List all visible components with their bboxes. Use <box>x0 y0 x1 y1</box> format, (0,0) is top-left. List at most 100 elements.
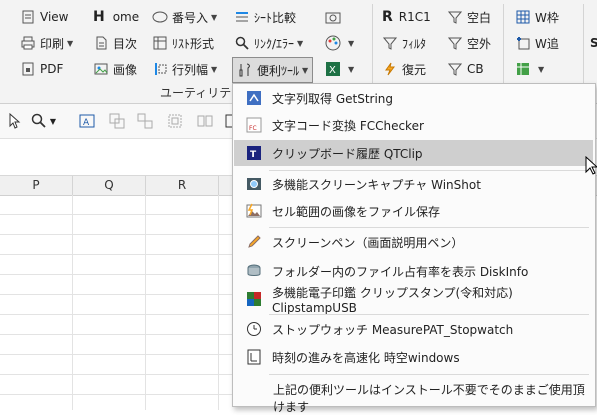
stamp-icon <box>246 291 262 307</box>
stopwatch-icon <box>246 321 262 337</box>
grid-icon <box>515 9 531 25</box>
svg-text:X: X <box>329 65 336 76</box>
w-add-button[interactable]: W追 <box>515 32 559 54</box>
textbox-icon[interactable]: A <box>78 112 96 130</box>
cb-filter-button[interactable]: CB <box>447 58 484 80</box>
view-button[interactable]: View <box>20 6 68 28</box>
chevron-down-icon: ▼ <box>348 64 355 74</box>
lightning-icon <box>382 61 398 77</box>
excel-button[interactable]: X ▼ <box>325 58 354 80</box>
home-button[interactable]: H ome <box>93 6 139 28</box>
camera-icon <box>325 9 341 25</box>
align-icon[interactable] <box>166 112 184 130</box>
menu-item-label: スクリーンペン（画面説明用ペン） <box>272 235 464 250</box>
menu-item-label: フォルダー内のファイル占有率を表示 DiskInfo <box>272 264 529 279</box>
w-frame-button[interactable]: W枠 <box>515 6 559 28</box>
restore-button[interactable]: 復元 <box>382 58 426 80</box>
excel-icon: X <box>325 61 341 77</box>
group-icon[interactable] <box>136 112 154 130</box>
column-header-q[interactable]: Q <box>73 176 146 195</box>
add-frame-icon <box>515 35 531 51</box>
menu-item-image-save[interactable]: セル範囲の画像をファイル保存 <box>234 198 593 224</box>
s-button[interactable]: S <box>590 32 597 54</box>
chevron-down-icon: ▼ <box>211 64 218 74</box>
toc-label: 目次 <box>113 36 138 51</box>
view-label: View <box>40 10 69 24</box>
row-col-width-button[interactable]: 行列幅 ▼ <box>152 58 217 80</box>
shape-icon[interactable] <box>108 112 126 130</box>
chevron-down-icon: ▼ <box>67 38 74 48</box>
image-icon <box>93 61 109 77</box>
menu-item-diskinfo[interactable]: フォルダー内のファイル占有率を表示 DiskInfo <box>234 258 593 284</box>
fcchecker-icon: FC <box>246 117 262 133</box>
filter-label: ﾌｨﾙﾀ <box>402 36 427 51</box>
column-header-p[interactable]: P <box>0 176 73 195</box>
ellipse-icon <box>152 9 168 25</box>
link-error-label: ﾘﾝｸ/ｴﾗｰ <box>254 36 295 51</box>
sheet-compare-button[interactable]: ｼｰﾄ比較 <box>234 6 296 28</box>
image-button[interactable]: 画像 <box>93 58 137 80</box>
table-color-button[interactable]: ▼ <box>515 58 544 80</box>
chevron-down-icon[interactable]: ▼ <box>48 112 58 130</box>
row-col-width-label: 行列幅 <box>172 62 209 77</box>
menu-item-label: 多機能スクリーンキャプチャ WinShot <box>272 177 481 192</box>
menu-item-screenpen[interactable]: スクリーンペン（画面説明用ペン） <box>234 229 593 255</box>
column-header-r[interactable]: R <box>146 176 219 195</box>
image-label: 画像 <box>113 62 138 77</box>
sheet-compare-icon <box>234 9 250 25</box>
print-button[interactable]: 印刷 ▼ <box>20 32 73 54</box>
filter-icon <box>382 35 398 51</box>
list-format-icon <box>152 35 168 51</box>
link-error-button[interactable]: ﾘﾝｸ/ｴﾗｰ ▼ <box>234 32 303 54</box>
nonblank-filter-label: 空外 <box>467 36 492 51</box>
menu-item-getstring[interactable]: 文字列取得 GetString <box>234 85 593 111</box>
menu-item-clipstamp[interactable]: 多機能電子印鑑 クリップスタンプ(令和対応) ClipstampUSB <box>234 285 593 315</box>
svg-text:T: T <box>250 150 257 160</box>
magnifier-icon <box>234 35 250 51</box>
palette-icon <box>325 35 341 51</box>
pdf-label: PDF <box>40 62 64 76</box>
list-format-label: ﾘｽﾄ形式 <box>172 36 215 51</box>
utility-tools-button[interactable]: 便利ﾂｰﾙ ▼ <box>232 57 314 83</box>
mouse-cursor-icon <box>585 155 597 179</box>
menu-item-fcchecker[interactable]: FC 文字コード変換 FCChecker <box>234 112 593 138</box>
menu-item-winshot[interactable]: 多機能スクリーンキャプチャ WinShot <box>234 171 593 197</box>
search-icon[interactable] <box>30 112 48 130</box>
camera-button[interactable] <box>325 6 345 28</box>
chevron-down-icon: ▼ <box>302 65 309 75</box>
list-format-button[interactable]: ﾘｽﾄ形式 <box>152 32 214 54</box>
menu-item-jikuu[interactable]: 時刻の進みを高速化 時空windows <box>234 344 593 370</box>
image-save-icon <box>246 203 262 219</box>
menu-item-label: ストップウォッチ MeasurePAT_Stopwatch <box>272 322 514 337</box>
filter-icon <box>447 35 463 51</box>
nonblank-filter-button[interactable]: 空外 <box>447 32 491 54</box>
filter-icon <box>447 61 463 77</box>
number-input-button[interactable]: 番号入 ▼ <box>152 6 217 28</box>
menu-item-label: セル範囲の画像をファイル保存 <box>272 204 441 219</box>
palette-button[interactable]: ▼ <box>325 32 354 54</box>
pdf-icon <box>20 61 36 77</box>
camera-icon <box>246 176 262 192</box>
menu-item-label: 時刻の進みを高速化 時空windows <box>272 350 460 365</box>
blank-filter-button[interactable]: 空白 <box>447 6 491 28</box>
number-input-label: 番号入 <box>172 10 209 25</box>
pointer-icon[interactable] <box>6 112 24 130</box>
chevron-down-icon: ▼ <box>297 38 304 48</box>
distribute-icon[interactable] <box>196 112 214 130</box>
utility-tools-label: 便利ﾂｰﾙ <box>257 63 300 78</box>
menu-item-label: 多機能電子印鑑 クリップスタンプ(令和対応) ClipstampUSB <box>272 285 513 315</box>
menu-item-stopwatch[interactable]: ストップウォッチ MeasurePAT_Stopwatch <box>234 316 593 342</box>
document-icon <box>93 35 109 51</box>
w-add-label: W追 <box>535 36 559 51</box>
pdf-button[interactable]: PDF <box>20 58 63 80</box>
view-icon <box>20 9 36 25</box>
r1c1-button[interactable]: R R1C1 <box>382 6 431 28</box>
menu-separator <box>269 227 589 228</box>
menu-item-qtclip[interactable]: T クリップボード履歴 QTClip <box>234 140 593 166</box>
filter-button[interactable]: ﾌｨﾙﾀ <box>382 32 426 54</box>
chevron-down-icon: ▼ <box>538 64 545 74</box>
pen-icon <box>246 234 262 250</box>
toc-button[interactable]: 目次 <box>93 32 137 54</box>
menu-separator <box>269 374 589 375</box>
restore-label: 復元 <box>402 62 427 77</box>
